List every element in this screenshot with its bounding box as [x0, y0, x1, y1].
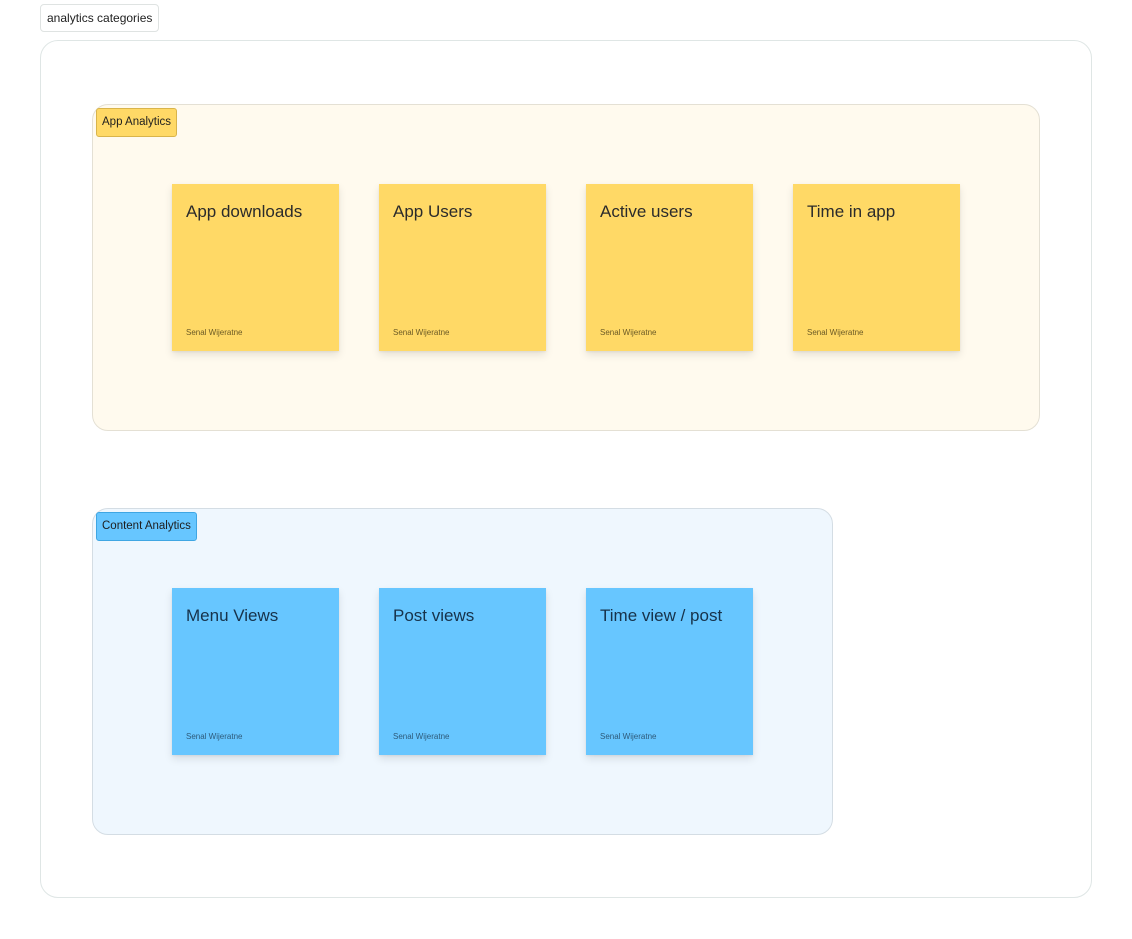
sticky-author: Senal Wijeratne [807, 328, 864, 337]
sticky-note[interactable]: Menu Views Senal Wijeratne [172, 588, 339, 755]
sticky-title: Post views [393, 606, 475, 625]
sticky-author: Senal Wijeratne [600, 328, 657, 337]
sticky-note[interactable]: Post views Senal Wijeratne [379, 588, 546, 755]
board-title[interactable]: analytics categories [40, 4, 160, 32]
sticky-title: Time in app [807, 202, 896, 221]
sticky-note[interactable]: App downloads Senal Wijeratne [172, 184, 339, 351]
sticky-note[interactable]: Time view / post Senal Wijeratne [586, 588, 753, 755]
section-label[interactable]: Content Analytics [96, 512, 197, 541]
sticky-author: Senal Wijeratne [600, 732, 657, 741]
sticky-title: Menu Views [186, 606, 279, 625]
sticky-note[interactable]: App Users Senal Wijeratne [379, 184, 546, 351]
sticky-author: Senal Wijeratne [393, 328, 450, 337]
sticky-author: Senal Wijeratne [393, 732, 450, 741]
sticky-note[interactable]: Time in app Senal Wijeratne [793, 184, 960, 351]
sticky-title: Time view / post [600, 606, 723, 625]
sticky-title: App downloads [186, 202, 303, 221]
sticky-note[interactable]: Active users Senal Wijeratne [586, 184, 753, 351]
sticky-author: Senal Wijeratne [186, 732, 243, 741]
sticky-author: Senal Wijeratne [186, 328, 243, 337]
sticky-title: App Users [393, 202, 473, 221]
section-label[interactable]: App Analytics [96, 108, 178, 137]
sticky-title: Active users [600, 202, 693, 221]
